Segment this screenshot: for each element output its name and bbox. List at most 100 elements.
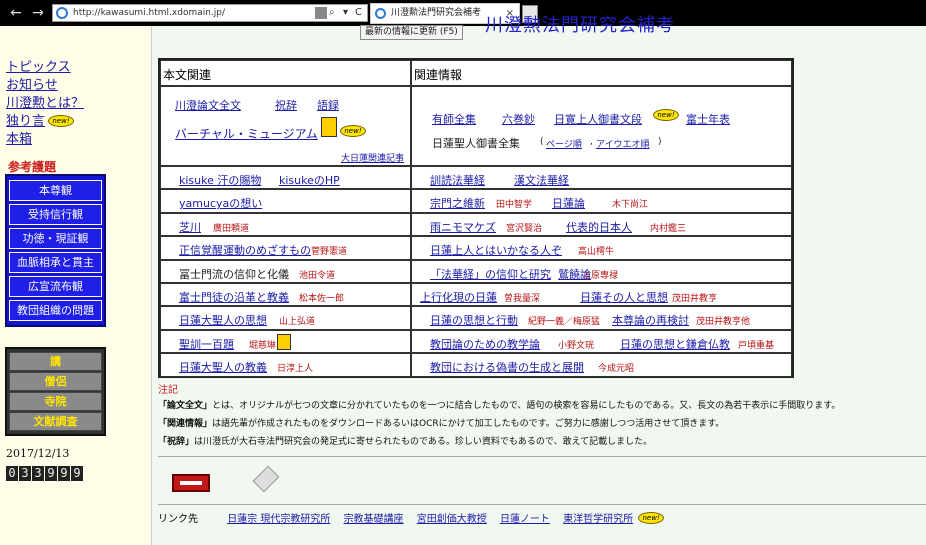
nav-monologue[interactable]: 独り言 new! (6, 114, 75, 130)
header-right: 関連情報 (414, 68, 463, 82)
table-link[interactable]: 代表的日本人 (566, 219, 632, 235)
link-page-order[interactable]: ページ順 (546, 137, 582, 150)
table-link[interactable]: 「法華経」の信仰と研究 (430, 266, 551, 282)
nav-about[interactable]: 川澄勲とは？ (6, 96, 84, 112)
table-cell-right: 宗門之維新 田中智学 日蓮論 木下尚江 (411, 189, 792, 213)
link-nikkan-gosho[interactable]: 日寛上人御書文段 (554, 111, 642, 127)
link-fuji-nenpyo[interactable]: 富士年表 (686, 111, 730, 127)
link-virtual-museum[interactable]: バーチャル・ミュージアム (175, 125, 318, 142)
author-label: 小野文珖 (558, 340, 595, 351)
table-cell-right: 日蓮上人とはいかなる人ぞ 高山樗牛 (411, 236, 792, 260)
grey-menu: 講 僧侶 寺院 文献調査 (5, 347, 106, 436)
table-link[interactable]: 日蓮大聖人の思想 (179, 312, 267, 328)
nav-news[interactable]: お知らせ (6, 78, 58, 94)
note-key: 「関連情報」 (158, 419, 213, 429)
grey-item-soryo[interactable]: 僧侶 (9, 372, 102, 391)
ie-favicon-icon (56, 7, 68, 19)
table-link[interactable]: 日蓮の思想と行動 (430, 312, 518, 328)
table-link[interactable]: kisuke 汗の賜物 (179, 172, 261, 188)
link-toyo-tetsugaku[interactable]: 東洋哲学研究所 (563, 514, 633, 525)
table-link[interactable]: 富士門徒の沿革と教義 (179, 289, 289, 305)
link-miyata[interactable]: 宮田創価大教授 (417, 514, 487, 525)
table-link[interactable]: 宗門之維新 (430, 195, 485, 211)
author-label: 松本佐一郎 (299, 294, 345, 304)
author-label: 茂田井教亨 (672, 294, 718, 304)
table-link[interactable]: 日蓮上人とはいかなる人ぞ (430, 242, 562, 258)
forward-button[interactable]: → (30, 5, 46, 21)
table-link[interactable]: 雨ニモマケズ (430, 219, 496, 235)
link-nichiren-note[interactable]: 日蓮ノート (500, 514, 550, 525)
table-link[interactable]: 芝川 (179, 219, 201, 235)
table-link[interactable]: 教団における偽書の生成と展開 (430, 359, 584, 375)
table-link[interactable]: 日蓮の思想と鎌倉仏教 (620, 336, 730, 352)
table-cell-right: 雨ニモマケズ 宮沢賢治 代表的日本人 内村鑑三 (411, 212, 792, 237)
link-goroku[interactable]: 語録 (317, 97, 339, 113)
note-item: 「関連情報」は語先輩が作成されたものをダウンロードあるいはOCRにかけて加工した… (158, 416, 918, 429)
links-row: リンク先 日蓮宗 現代宗教研究所 宗教基礎講座 宮田創価大教授 日蓮ノート 東洋… (158, 510, 665, 525)
link-shukuji[interactable]: 祝辞 (275, 97, 297, 113)
grey-item-jiin[interactable]: 寺院 (9, 392, 102, 411)
author-label: 宮沢賢治 (506, 223, 543, 234)
link-rokkansho[interactable]: 六巻鈔 (502, 111, 535, 127)
table-link[interactable]: 訓読法華経 (430, 172, 485, 188)
page-icon (315, 7, 327, 19)
table-cell-right: 日蓮の思想と行動 紀野一義／梅原猛 本尊論の再検討 茂田井教亨他 (411, 306, 792, 330)
author-label: 高山樗牛 (578, 247, 615, 258)
table-link[interactable]: 聖訓一百題 (179, 336, 234, 352)
paren-close: ) (658, 137, 662, 147)
ref-item-honzon[interactable]: 本尊観 (9, 180, 102, 201)
main-content: 本文関連 関連情報 川澄論文全文 祝辞 語録 バーチャル・ミュージアム new!… (152, 26, 926, 545)
reference-heading: 参考護題 (8, 160, 57, 174)
tag-icon[interactable] (252, 465, 280, 493)
ref-item-kosen[interactable]: 広宣流布観 (9, 276, 102, 297)
author-label: 日淳上人 (277, 364, 314, 375)
new-badge-icon: new! (48, 115, 75, 127)
table-link[interactable]: 本尊論の再検討 (612, 312, 689, 328)
link-dainichiren[interactable]: 大日蓮関連記事 (341, 151, 404, 164)
author-label: 堀慈琳 (249, 340, 277, 351)
ref-item-kudoku[interactable]: 功徳・現証観 (9, 228, 102, 249)
address-bar[interactable]: http://kawasumi.html.xdomain.jp/ ⌕ ▾ C (52, 4, 368, 22)
table-cell-right: 訓読法華経 漢文法華経 (411, 166, 792, 190)
table-link[interactable]: yamucyaの想い (179, 195, 262, 211)
link-gendai-shukyo[interactable]: 日蓮宗 現代宗教研究所 (227, 514, 330, 525)
counter-digit: 9 (71, 466, 83, 481)
table-cell-left: 芝川 廣田頼道 (160, 212, 411, 237)
table-link[interactable]: 日蓮論 (552, 195, 585, 211)
new-badge-icon: new! (653, 109, 679, 121)
table-link[interactable]: kisukeのHP (279, 172, 340, 188)
ref-item-jiji[interactable]: 受持信行観 (9, 204, 102, 225)
back-button[interactable]: ← (8, 5, 24, 21)
tab-title: 川澄勲法門研究会補考 (391, 8, 482, 18)
grey-item-bunken[interactable]: 文献調査 (9, 412, 102, 431)
author-label: 木下尚江 (612, 200, 649, 211)
link-kawasumi-full[interactable]: 川澄論文全文 (175, 97, 241, 113)
nav-bookshelf[interactable]: 本箱 (6, 132, 32, 148)
link-ushi-zenshu[interactable]: 有師全集 (432, 111, 476, 127)
grey-item-ko[interactable]: 講 (9, 352, 102, 371)
book-icon[interactable] (172, 474, 210, 492)
table-link[interactable]: 日蓮大聖人の教義 (179, 359, 267, 375)
ref-item-kyodan[interactable]: 教団組織の問題 (9, 300, 102, 321)
table-link[interactable]: 教団論のための教学論 (430, 336, 540, 352)
search-icon[interactable]: ⌕ (329, 6, 335, 20)
dropdown-icon[interactable]: ▾ (343, 6, 348, 20)
table-link[interactable]: 漢文法華経 (514, 172, 569, 188)
counter-digit: 3 (19, 466, 31, 481)
author-label: 菅野憲道 (311, 247, 348, 258)
left-sidebar: トピックス お知らせ 川澄勲とは？ 独り言 new! 本箱 参考護題 本尊観 受持… (0, 26, 152, 545)
header-cell-right: 関連情報 (411, 60, 792, 86)
link-shukyo-kiso[interactable]: 宗教基礎講座 (344, 514, 404, 525)
notes-section: 注記 「論文全文」とは、オリジナルが七つの文章に分かれていたものを一つに結合した… (158, 381, 918, 452)
link-aiueo-order[interactable]: アイウエオ順 (596, 137, 650, 150)
author-label: 山上弘道 (279, 317, 316, 328)
table-link[interactable]: 日蓮その人と思想 (580, 289, 668, 305)
refresh-icon[interactable]: C (355, 6, 362, 20)
ref-item-kechimyaku[interactable]: 血脈相承と貫主 (9, 252, 102, 273)
tab-favicon-icon (375, 8, 386, 19)
nav-topics[interactable]: トピックス (6, 60, 71, 76)
table-link[interactable]: 正信覚醒運動のめざすもの (179, 242, 311, 258)
table-link[interactable]: 上行化現の日蓮 (420, 289, 497, 305)
links-label: リンク先 (158, 514, 198, 525)
table-cell-left: 冨士門流の信仰と化儀 池田令道 (160, 259, 411, 283)
